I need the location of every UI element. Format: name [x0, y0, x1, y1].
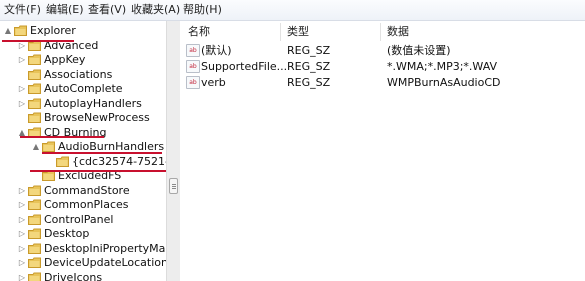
expander-icon[interactable]: ▷: [18, 41, 26, 50]
menu-favorites[interactable]: 收藏夹(A): [131, 3, 180, 17]
tree-item-label: CommonPlaces: [44, 198, 129, 211]
folder-icon: [28, 214, 41, 225]
tree-item-label: AutoComplete: [44, 82, 123, 95]
tree-item[interactable]: ▷ AppKey: [0, 53, 166, 67]
expander-icon[interactable]: ▷: [18, 85, 26, 93]
value-name: (默认): [201, 44, 232, 57]
menu-file[interactable]: 文件(F): [4, 3, 41, 17]
tree-item-label: BrowseNewProcess: [44, 111, 150, 124]
expander-icon[interactable]: ▷: [18, 259, 26, 267]
column-header-name[interactable]: 名称: [188, 25, 210, 39]
expander-icon[interactable]: [46, 158, 54, 166]
expander-icon[interactable]: ▲: [32, 143, 40, 151]
tree-item[interactable]: ▲ Explorer: [0, 24, 166, 38]
values-pane: 名称 类型 数据 ab (默认) REG_SZ (数值未设置) ab SupportedF…: [180, 21, 585, 281]
tree-item[interactable]: ▷ AutoplayHandlers: [0, 97, 166, 111]
expander-icon[interactable]: ▷: [18, 215, 26, 224]
registry-tree: ▲ Explorer ▷ Advanced ▷ AppKey Associations ▷ Au…: [0, 21, 166, 281]
folder-icon: [28, 199, 41, 210]
tree-item[interactable]: ▷ DeviceUpdateLocations: [0, 256, 166, 270]
expander-icon[interactable]: ▷: [18, 230, 26, 238]
tree-item[interactable]: ▷ DesktopIniPropertyMap: [0, 242, 166, 256]
column-divider[interactable]: [380, 23, 381, 41]
tree-item[interactable]: ▷ Desktop: [0, 227, 166, 241]
folder-icon: [28, 272, 41, 281]
folder-icon: [28, 243, 41, 254]
value-row[interactable]: ab (默认) REG_SZ (数值未设置): [186, 43, 581, 58]
tree-item[interactable]: ▷ DriveIcons: [0, 271, 166, 281]
scroll-thumb[interactable]: [169, 178, 178, 194]
expander-icon[interactable]: [32, 172, 40, 180]
annotation-underline: [42, 152, 162, 154]
annotation-underline: [2, 40, 74, 42]
string-value-icon: ab: [186, 60, 200, 73]
folder-icon: [56, 156, 69, 167]
tree-item[interactable]: ▷ AutoComplete: [0, 82, 166, 96]
tree-item-label: Explorer: [30, 24, 76, 37]
tree-item-label: {cdc32574-7521-4: [72, 154, 166, 168]
string-value-icon: ab: [186, 76, 200, 89]
value-type: REG_SZ: [287, 76, 331, 89]
expander-icon[interactable]: ▷: [18, 244, 26, 253]
tree-item-label: DeviceUpdateLocations: [44, 256, 166, 269]
folder-icon: [28, 257, 41, 268]
tree-item[interactable]: BrowseNewProcess: [0, 111, 166, 125]
folder-icon: [28, 185, 41, 196]
menu-view[interactable]: 查看(V): [88, 3, 126, 17]
expander-icon[interactable]: [18, 71, 26, 79]
expander-icon[interactable]: ▲: [4, 27, 12, 35]
value-data: WMPBurnAsAudioCD: [387, 76, 501, 89]
column-header-data[interactable]: 数据: [387, 25, 409, 39]
tree-item-label: AppKey: [44, 53, 86, 66]
tree-item[interactable]: ▷ CommandStore: [0, 184, 166, 198]
expander-icon[interactable]: ▷: [18, 186, 26, 195]
expander-icon[interactable]: ▷: [18, 99, 26, 108]
tree-item-label: DesktopIniPropertyMap: [44, 241, 166, 255]
folder-icon: [28, 54, 41, 65]
tree-item-label: ControlPanel: [44, 212, 114, 226]
value-type: REG_SZ: [287, 44, 331, 57]
expander-icon[interactable]: ▷: [18, 201, 26, 209]
expander-icon[interactable]: ▷: [18, 56, 26, 64]
value-name: SupportedFile...: [201, 60, 288, 73]
tree-item[interactable]: Associations: [0, 68, 166, 82]
menu-edit[interactable]: 编辑(E): [46, 3, 84, 17]
grip-line: [172, 186, 176, 187]
grip-line: [172, 188, 176, 189]
folder-icon: [14, 25, 27, 36]
value-data: *.WMA;*.MP3;*.WAV: [387, 60, 498, 73]
menu-help[interactable]: 帮助(H): [183, 3, 222, 17]
tree-item-label: Associations: [44, 67, 113, 81]
annotation-underline: [30, 170, 166, 172]
folder-icon: [28, 112, 41, 123]
annotation-underline: [20, 136, 104, 138]
string-value-icon: ab: [186, 44, 200, 57]
column-divider[interactable]: [280, 23, 281, 41]
tree-item-label: Desktop: [44, 227, 90, 240]
folder-icon: [28, 69, 41, 80]
tree-item-label: AutoplayHandlers: [44, 96, 142, 110]
folder-icon: [42, 141, 55, 152]
tree-scrollbar[interactable]: [166, 21, 181, 281]
column-header-type[interactable]: 类型: [287, 25, 309, 39]
menu-bar: 文件(F) 编辑(E) 查看(V) 收藏夹(A) 帮助(H): [0, 0, 585, 21]
folder-icon: [28, 83, 41, 94]
tree-item-label: DriveIcons: [44, 270, 103, 281]
value-row[interactable]: ab verb REG_SZ WMPBurnAsAudioCD: [186, 75, 581, 90]
tree-item-label: CommandStore: [44, 183, 130, 197]
folder-icon: [28, 228, 41, 239]
expander-icon[interactable]: [18, 114, 26, 122]
folder-icon: [28, 98, 41, 109]
grip-line: [172, 184, 176, 185]
value-data: (数值未设置): [387, 44, 451, 57]
value-type: REG_SZ: [287, 60, 331, 73]
tree-item[interactable]: ▷ ControlPanel: [0, 213, 166, 227]
tree-item[interactable]: {cdc32574-7521-4: [0, 155, 166, 169]
tree-item[interactable]: ▷ CommonPlaces: [0, 198, 166, 212]
value-name: verb: [201, 76, 226, 89]
expander-icon[interactable]: ▷: [18, 273, 26, 281]
value-row[interactable]: ab SupportedFile... REG_SZ *.WMA;*.MP3;*.WA…: [186, 59, 581, 74]
